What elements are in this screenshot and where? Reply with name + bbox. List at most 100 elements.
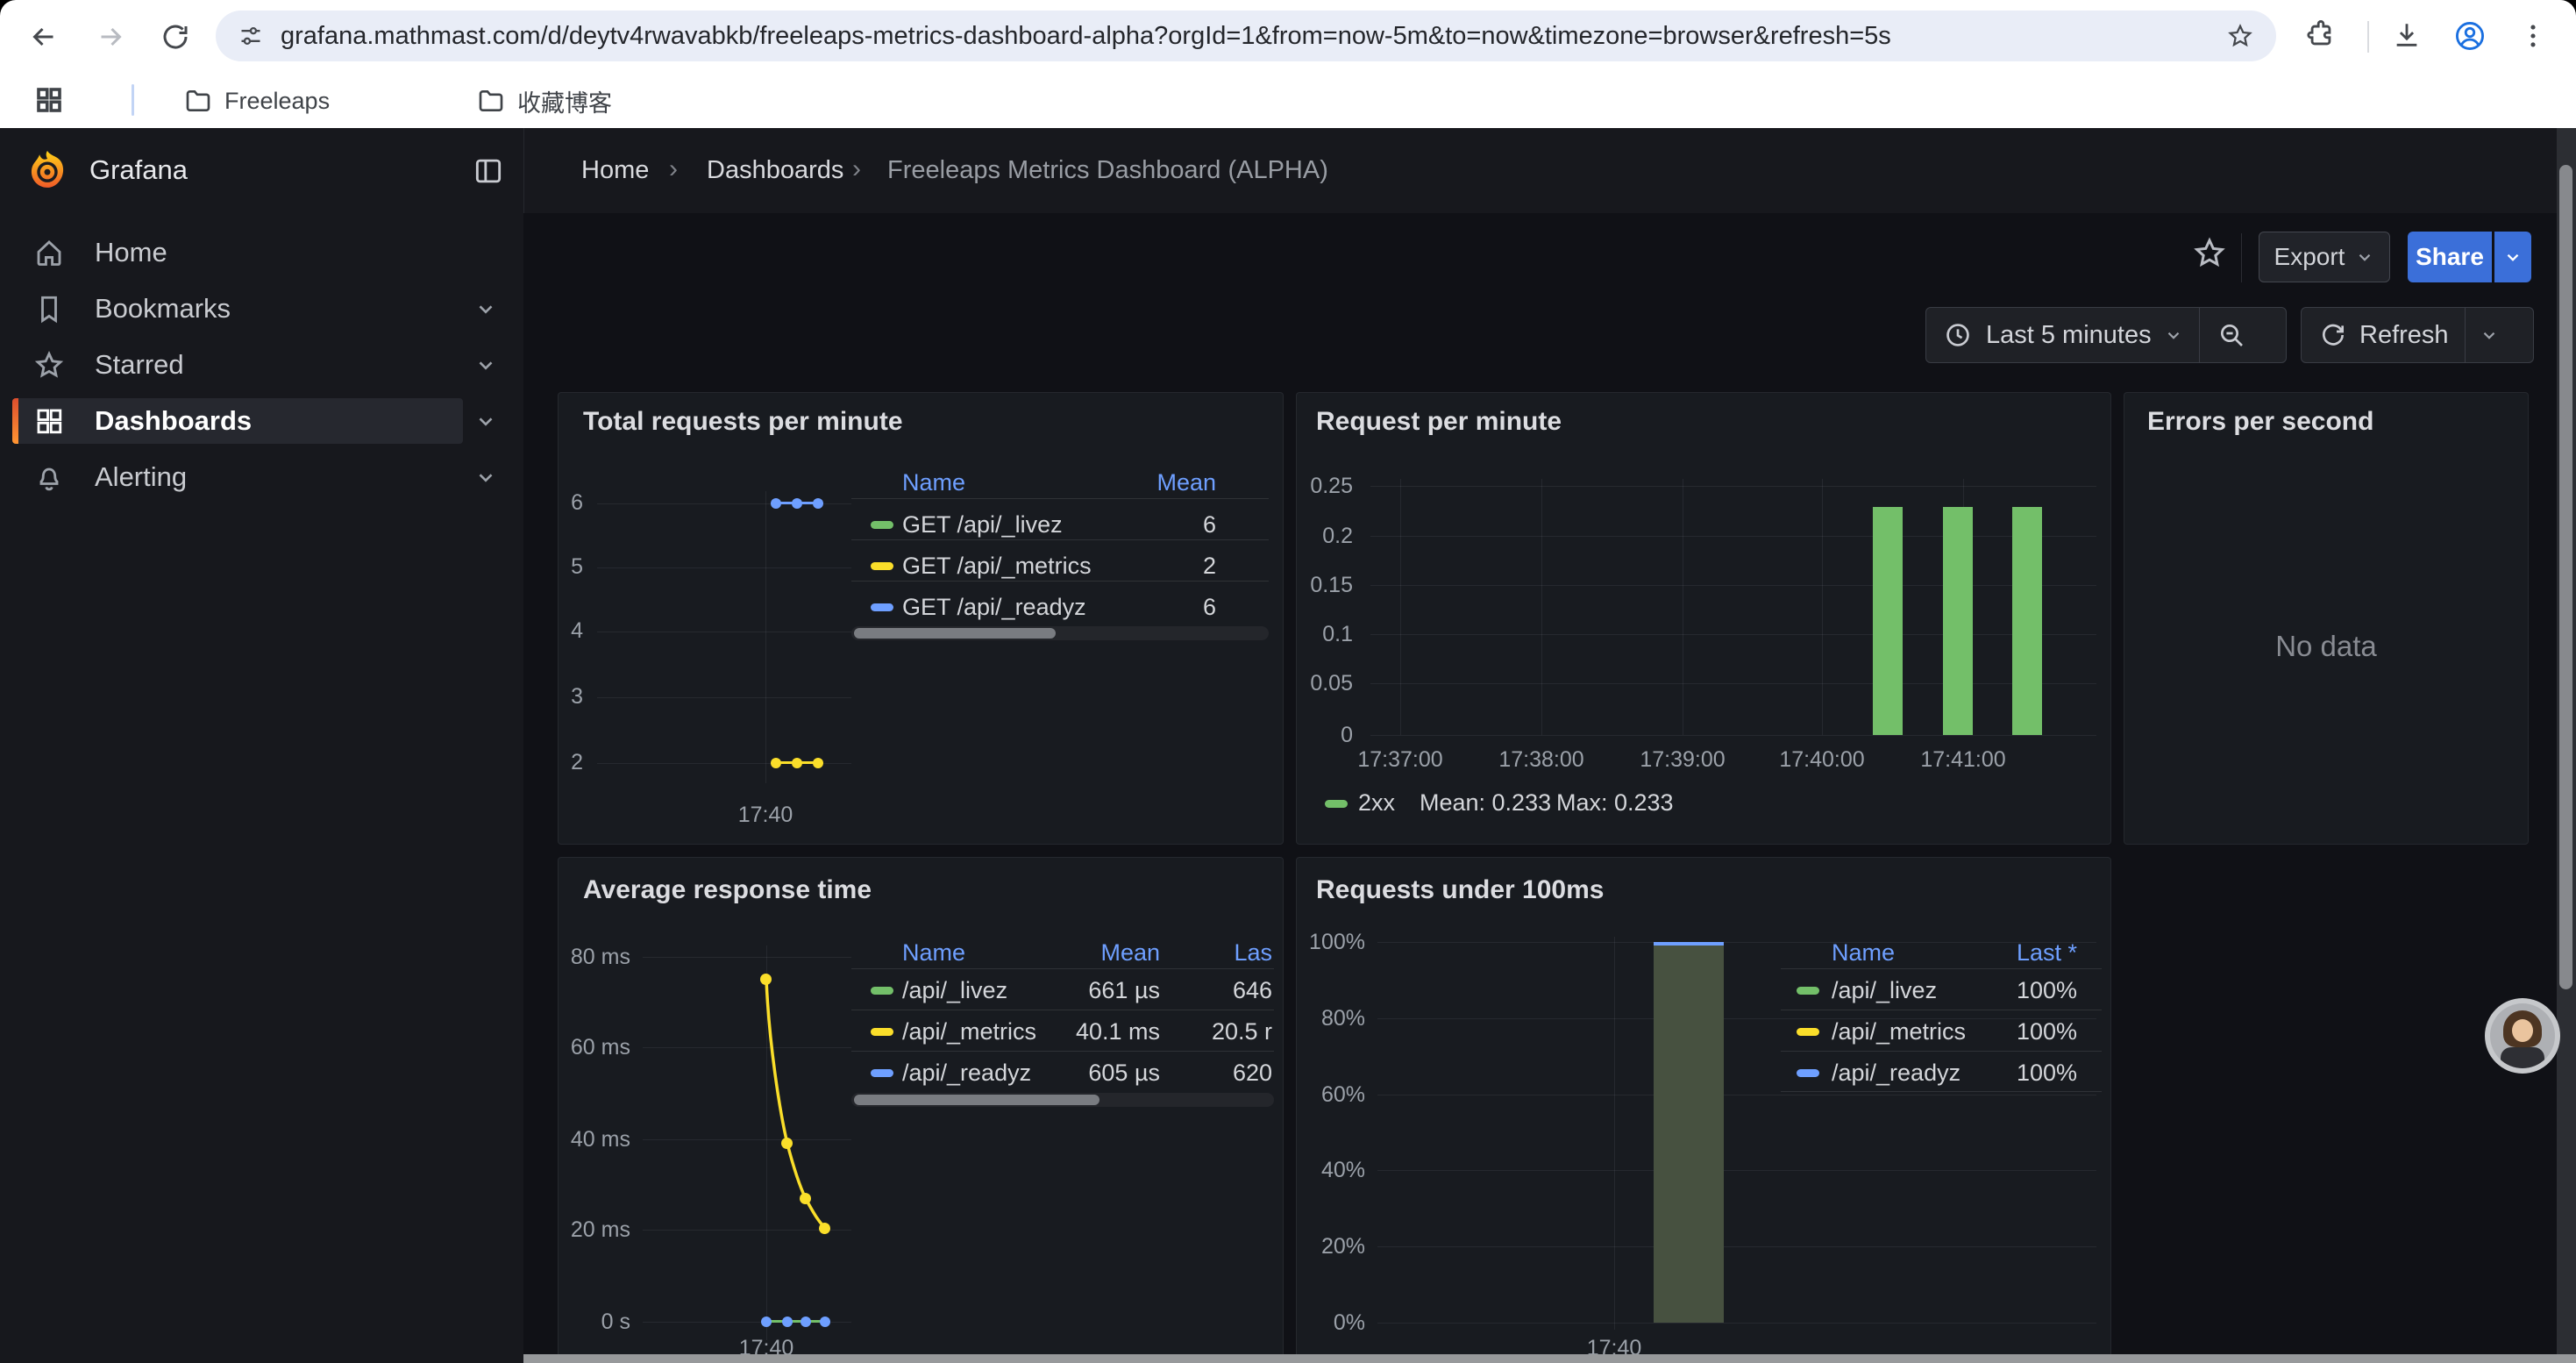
chevron-down-icon[interactable] xyxy=(474,297,497,320)
legend-header-name[interactable]: Name xyxy=(902,469,965,496)
data-point[interactable] xyxy=(760,974,772,985)
data-point[interactable] xyxy=(813,758,823,768)
bar-2xx[interactable] xyxy=(2012,507,2042,735)
address-bar[interactable]: grafana.mathmast.com/d/deytv4rwavabkb/fr… xyxy=(216,11,2276,61)
data-point[interactable] xyxy=(792,498,802,509)
legend-scrollbar-thumb[interactable] xyxy=(854,628,1056,639)
panel-errors-per-second[interactable]: Errors per second No data xyxy=(2124,392,2529,845)
share-label: Share xyxy=(2416,243,2484,271)
sidebar-item-starred[interactable]: Starred xyxy=(0,342,523,388)
data-point[interactable] xyxy=(782,1317,793,1327)
panel-average-response-time[interactable]: Average response time 80 ms 60 ms 40 ms … xyxy=(558,857,1284,1363)
data-point[interactable] xyxy=(813,498,823,509)
forward-icon[interactable] xyxy=(95,21,126,53)
bar-under-100ms[interactable] xyxy=(1654,946,1724,1323)
gridline xyxy=(1541,479,1542,735)
page-scrollbar-thumb[interactable] xyxy=(2559,165,2572,989)
legend-scrollbar[interactable] xyxy=(851,1093,1274,1107)
data-point[interactable] xyxy=(771,758,781,768)
chevron-down-icon[interactable] xyxy=(2480,325,2499,345)
share-menu-button[interactable] xyxy=(2494,232,2531,282)
chevron-down-icon[interactable] xyxy=(474,410,497,432)
legend-name[interactable]: /api/_livez xyxy=(1832,977,1937,1004)
legend-scrollbar-thumb[interactable] xyxy=(854,1095,1099,1105)
legend-header-name[interactable]: Name xyxy=(1832,939,1895,967)
legend-name[interactable]: GET /api/_livez xyxy=(902,511,1063,539)
legend-header-name[interactable]: Name xyxy=(902,939,965,967)
chevron-down-icon[interactable] xyxy=(474,353,497,376)
bookmark-star-icon[interactable] xyxy=(2227,23,2253,49)
sidebar-item-bookmarks[interactable]: Bookmarks xyxy=(0,286,523,332)
url-text[interactable]: grafana.mathmast.com/d/deytv4rwavabkb/fr… xyxy=(281,11,2218,61)
download-icon[interactable] xyxy=(2392,20,2422,50)
sidebar-item-alerting[interactable]: Alerting xyxy=(0,454,523,500)
data-point[interactable] xyxy=(820,1317,830,1327)
legend-header-last[interactable]: Last * xyxy=(1960,939,2077,967)
panel-request-per-minute[interactable]: Request per minute 0.25 0.2 0.15 0.1 0.0… xyxy=(1296,392,2111,845)
panel-requests-under-100ms[interactable]: Requests under 100ms 100% 80% 60% 40% 20… xyxy=(1296,857,2111,1363)
bookmark-folder-freeleaps[interactable]: Freeleaps xyxy=(172,82,342,119)
time-range-group: Last 5 minutes xyxy=(1925,307,2287,363)
reload-icon[interactable] xyxy=(160,21,191,53)
sidebar-item-home[interactable]: Home xyxy=(0,230,523,275)
time-range-label[interactable]: Last 5 minutes xyxy=(1986,321,2152,350)
series-color-pill[interactable] xyxy=(871,562,893,570)
series-color-pill[interactable] xyxy=(871,603,893,611)
refresh-label[interactable]: Refresh xyxy=(2359,321,2449,350)
floating-assistant-avatar[interactable] xyxy=(2485,998,2560,1074)
legend-name[interactable]: /api/_readyz xyxy=(1832,1060,1960,1087)
series-color-pill[interactable] xyxy=(1797,987,1819,995)
data-point[interactable] xyxy=(771,498,781,509)
gridline xyxy=(1370,735,2096,736)
series-color-pill[interactable] xyxy=(871,1028,893,1036)
sidebar-toggle-icon[interactable] xyxy=(472,154,505,188)
export-button[interactable]: Export xyxy=(2259,232,2390,282)
x-tick: 17:39:00 xyxy=(1612,747,1753,773)
legend-name[interactable]: GET /api/_readyz xyxy=(902,594,1086,621)
chevron-down-icon[interactable] xyxy=(2164,325,2183,345)
bookmark-folder-blogs[interactable]: 收藏博客 xyxy=(465,82,624,119)
grafana-logo[interactable] xyxy=(25,147,70,193)
favorite-star-icon[interactable] xyxy=(2192,235,2227,270)
legend-header-mean[interactable]: Mean xyxy=(1085,469,1216,496)
breadcrumb-dashboards[interactable]: Dashboards xyxy=(707,156,843,185)
series-color-pill[interactable] xyxy=(871,521,893,529)
horizontal-scrollbar[interactable] xyxy=(523,1354,2576,1363)
series-color-pill[interactable] xyxy=(871,1069,893,1077)
data-point[interactable] xyxy=(819,1223,830,1234)
dashboards-icon xyxy=(33,405,65,437)
series-color-pill[interactable] xyxy=(1325,800,1348,808)
series-color-pill[interactable] xyxy=(1797,1028,1819,1036)
data-point[interactable] xyxy=(781,1138,793,1149)
bar-2xx[interactable] xyxy=(1873,507,1903,735)
extensions-icon[interactable] xyxy=(2306,20,2336,50)
panel-total-requests-per-minute[interactable]: Total requests per minute 6 5 4 3 2 17:4… xyxy=(558,392,1284,845)
browser-menu-icon[interactable] xyxy=(2518,21,2548,51)
legend-header-last[interactable]: Las xyxy=(1174,939,1272,967)
data-point[interactable] xyxy=(792,758,802,768)
bar-2xx[interactable] xyxy=(1943,507,1973,735)
data-point[interactable] xyxy=(801,1317,811,1327)
zoom-out-icon[interactable] xyxy=(2217,321,2245,349)
legend-name[interactable]: GET /api/_metrics xyxy=(902,553,1092,580)
series-color-pill[interactable] xyxy=(871,987,893,995)
legend-name[interactable]: /api/_readyz xyxy=(902,1060,1031,1087)
data-point[interactable] xyxy=(800,1193,811,1204)
site-settings-icon[interactable] xyxy=(238,24,263,48)
series-color-pill[interactable] xyxy=(1797,1069,1819,1077)
legend-series[interactable]: 2xx xyxy=(1358,789,1395,817)
data-point[interactable] xyxy=(761,1317,772,1327)
legend-name[interactable]: /api/_metrics xyxy=(902,1018,1036,1045)
back-icon[interactable] xyxy=(28,21,60,53)
breadcrumb-home[interactable]: Home xyxy=(581,156,649,185)
profile-icon[interactable] xyxy=(2453,19,2487,53)
legend-name[interactable]: /api/_livez xyxy=(902,977,1007,1004)
bell-icon xyxy=(33,461,65,493)
chevron-down-icon[interactable] xyxy=(474,466,497,489)
brand-name[interactable]: Grafana xyxy=(89,154,188,186)
legend-header-mean[interactable]: Mean xyxy=(1032,939,1160,967)
legend-scrollbar[interactable] xyxy=(851,626,1269,640)
share-button[interactable]: Share xyxy=(2408,232,2492,282)
sidebar-item-dashboards[interactable]: Dashboards xyxy=(0,398,523,444)
apps-grid-icon[interactable] xyxy=(33,84,65,116)
